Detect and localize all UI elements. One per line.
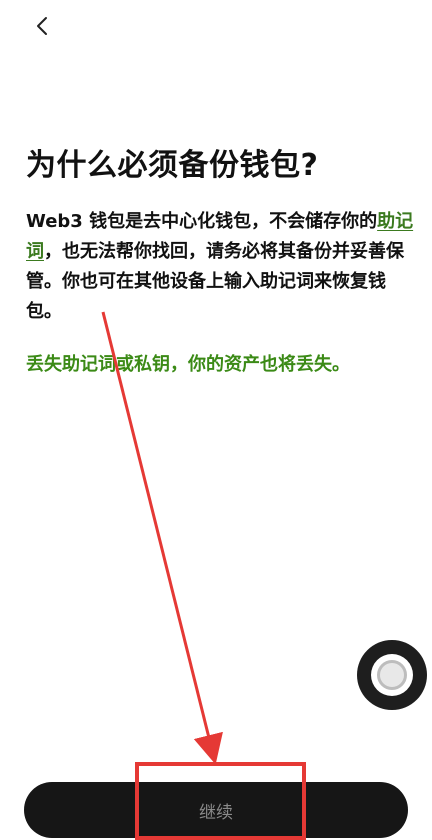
explanation-part-1: Web3 钱包是去中心化钱包，不会储存你的 <box>26 211 378 232</box>
chevron-left-icon <box>37 17 47 35</box>
warning-text: 丢失助记词或私钥，你的资产也将丢失。 <box>26 354 350 375</box>
back-button[interactable] <box>28 12 56 40</box>
explanation-part-2: ，也无法帮你找回，请务必将其备份并妥善保管。你也可在其他设备上输入助记词来恢复钱… <box>26 241 404 322</box>
floating-assist-button[interactable] <box>357 640 427 710</box>
assist-ring-icon <box>371 654 413 696</box>
explanation-text: Web3 钱包是去中心化钱包，不会储存你的助记词，也无法帮你找回，请务必将其备份… <box>26 207 416 327</box>
backup-wallet-screen: 为什么必须备份钱包? Web3 钱包是去中心化钱包，不会储存你的助记词，也无法帮… <box>0 0 432 840</box>
continue-button[interactable]: 继续 <box>24 782 408 838</box>
annotation-overlay <box>101 311 306 840</box>
page-title: 为什么必须备份钱包? <box>26 148 319 183</box>
